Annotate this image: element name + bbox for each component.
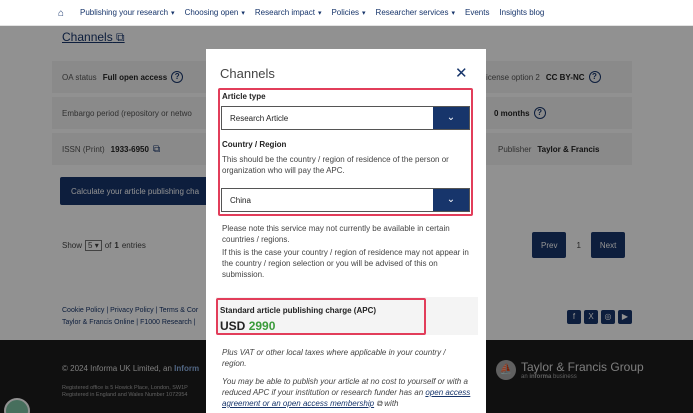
apc-value: USD 2990	[220, 319, 275, 333]
country-select[interactable]: China ⌄	[221, 188, 470, 212]
nav-label: Policies	[331, 8, 360, 17]
nav-publishing[interactable]: Publishing your research ▾	[80, 8, 175, 17]
waiver-note: You may be able to publish your article …	[222, 376, 472, 409]
nav-label: Research impact	[254, 8, 315, 17]
article-type-label: Article type	[222, 92, 266, 101]
chevron-down-icon: ▾	[451, 9, 455, 17]
nav-events[interactable]: Events	[465, 8, 489, 17]
apc-currency: USD	[220, 319, 246, 333]
nav-choosing-open[interactable]: Choosing open ▾	[185, 8, 245, 17]
selection-note: If this is the case your country / regio…	[222, 248, 469, 279]
country-value: China	[230, 195, 251, 205]
top-navigation: ⌂ Publishing your research ▾ Choosing ope…	[0, 0, 693, 26]
chevron-down-icon: ▾	[171, 9, 175, 17]
nav-label: Insights blog	[499, 8, 545, 17]
availability-note: Please note this service may not current…	[222, 224, 450, 244]
apc-label: Standard article publishing charge (APC)	[220, 306, 377, 315]
nav-policies[interactable]: Policies ▾	[331, 8, 365, 17]
chevron-down-icon: ▾	[362, 9, 366, 17]
article-type-value: Research Article	[230, 113, 289, 123]
nav-researcher-services[interactable]: Researcher services ▾	[376, 8, 455, 17]
apc-amount: 2990	[248, 319, 276, 333]
waiver-suffix: with	[382, 399, 399, 408]
close-icon[interactable]: ✕	[455, 64, 468, 82]
channels-modal: Channels ✕ Article type Research Article…	[206, 49, 486, 413]
nav-label: Publishing your research	[80, 8, 169, 17]
nav-insights-blog[interactable]: Insights blog	[499, 8, 544, 17]
chevron-down-icon[interactable]: ⌄	[433, 107, 469, 129]
vat-note: Plus VAT or other local taxes where appl…	[222, 348, 446, 368]
article-type-select[interactable]: Research Article ⌄	[221, 106, 470, 130]
modal-title: Channels	[220, 66, 275, 81]
nav-label: Researcher services	[375, 8, 449, 17]
home-icon[interactable]: ⌂	[58, 8, 70, 19]
chevron-down-icon: ▾	[317, 9, 322, 17]
chevron-down-icon: ▾	[241, 9, 245, 17]
nav-label: Choosing open	[184, 8, 239, 17]
country-help-text: This should be the country / region of r…	[222, 155, 449, 175]
nav-label: Events	[464, 8, 490, 17]
country-label: Country / Region	[222, 140, 287, 149]
chevron-down-icon[interactable]: ⌄	[433, 189, 469, 211]
nav-research-impact[interactable]: Research impact ▾	[255, 8, 322, 17]
